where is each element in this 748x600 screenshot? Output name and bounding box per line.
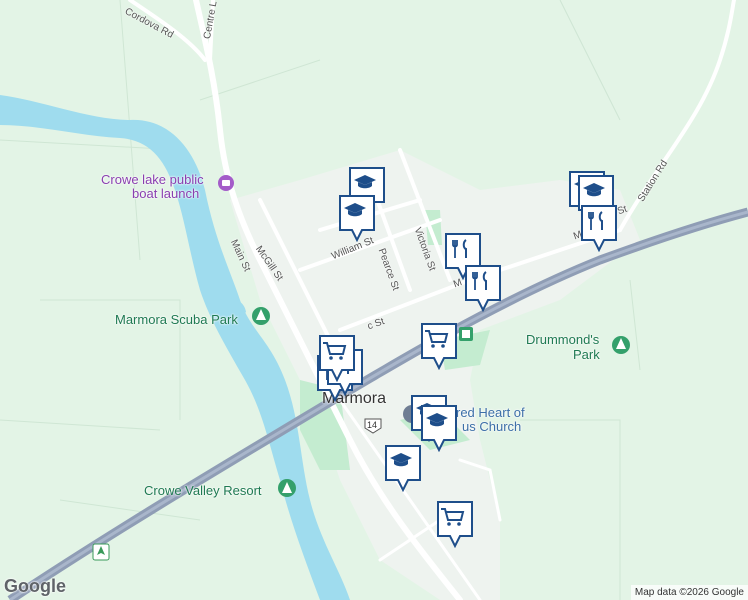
grocery-marker[interactable] (436, 500, 473, 548)
crowe-valley-resort-label[interactable]: Crowe Valley Resort (144, 483, 262, 498)
school-marker[interactable] (338, 194, 375, 242)
map-canvas[interactable]: Crowe lake public boat launch Marmora Sc… (0, 0, 748, 600)
restaurant-marker[interactable] (464, 264, 501, 312)
grocery-marker[interactable] (318, 334, 355, 382)
highway-14-shield: 14 (364, 418, 382, 434)
boat-launch-label-line2[interactable]: boat launch (132, 186, 199, 201)
google-logo: Google (4, 576, 66, 596)
highway-shield-icon (92, 543, 110, 561)
church-label[interactable]: red Heart of (456, 405, 525, 420)
school-marker[interactable] (384, 444, 421, 492)
restaurant-marker[interactable] (580, 204, 617, 252)
drummonds-park-label-line2[interactable]: Park (573, 347, 600, 362)
boat-launch-label[interactable]: Crowe lake public (101, 172, 204, 187)
drummonds-park-label[interactable]: Drummond's (526, 332, 599, 347)
highway-14-number: 14 (367, 420, 378, 430)
scuba-park-label[interactable]: Marmora Scuba Park (115, 312, 238, 327)
school-marker[interactable] (420, 404, 457, 452)
map-base-layer (0, 0, 748, 600)
map-attribution: Map data ©2026 Google (630, 585, 748, 600)
church-label-line2[interactable]: us Church (462, 419, 521, 434)
grocery-marker[interactable] (420, 322, 457, 370)
